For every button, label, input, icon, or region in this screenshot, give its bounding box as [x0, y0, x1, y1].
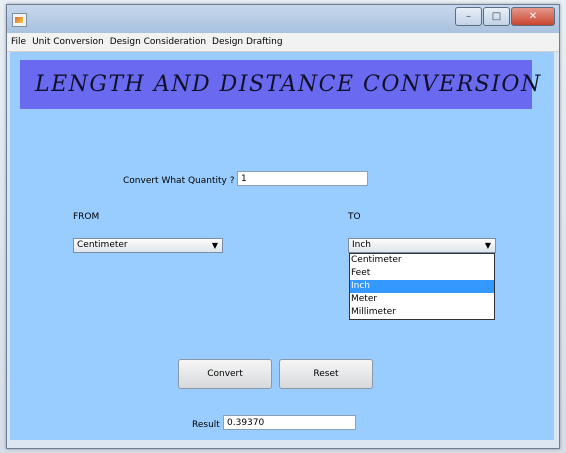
- minimize-button[interactable]: –: [455, 7, 482, 26]
- maximize-icon: □: [491, 11, 502, 22]
- convert-button-label: Convert: [207, 369, 243, 379]
- from-unit-value: Centimeter: [77, 240, 128, 250]
- reset-button[interactable]: Reset: [279, 359, 373, 389]
- java-app-icon: [12, 13, 27, 27]
- quantity-label: Convert What Quantity ?: [123, 176, 235, 186]
- menu-design-consideration[interactable]: Design Consideration: [107, 37, 209, 47]
- chevron-down-icon: ▼: [484, 241, 491, 250]
- dropdown-option-centimeter[interactable]: Centimeter: [350, 254, 494, 267]
- menu-unit-conversion[interactable]: Unit Conversion: [29, 37, 107, 47]
- from-unit-select[interactable]: Centimeter ▼: [73, 238, 223, 253]
- dropdown-option-millimeter[interactable]: Millimeter: [350, 306, 494, 319]
- menu-bar: File Unit Conversion Design Consideratio…: [7, 33, 559, 52]
- reset-button-label: Reset: [313, 369, 339, 379]
- to-label: TO: [348, 212, 361, 222]
- dropdown-option-inch[interactable]: Inch: [350, 280, 494, 293]
- dropdown-option-feet[interactable]: Feet: [350, 267, 494, 280]
- from-label: FROM: [73, 212, 100, 222]
- chevron-down-icon: ▼: [211, 241, 218, 250]
- dropdown-option-meter[interactable]: Meter: [350, 293, 494, 306]
- minimize-icon: –: [466, 11, 471, 22]
- convert-button[interactable]: Convert: [178, 359, 272, 389]
- window-controls: – □ ✕: [454, 7, 555, 26]
- app-window: – □ ✕ File Unit Conversion Design Consid…: [6, 4, 560, 449]
- close-button[interactable]: ✕: [511, 7, 555, 26]
- to-unit-dropdown-list: Centimeter Feet Inch Meter Millimeter: [349, 253, 495, 320]
- to-unit-select[interactable]: Inch ▼: [348, 238, 496, 253]
- to-unit-value: Inch: [352, 240, 372, 250]
- menu-design-drafting[interactable]: Design Drafting: [209, 37, 286, 47]
- quantity-input[interactable]: 1: [237, 171, 368, 186]
- banner-title: LENGTH AND DISTANCE CONVERSION: [35, 72, 542, 97]
- result-label: Result: [192, 420, 220, 430]
- close-icon: ✕: [528, 11, 538, 22]
- menu-file[interactable]: File: [7, 37, 29, 47]
- title-bar: – □ ✕: [7, 5, 559, 33]
- result-output[interactable]: 0.39370: [223, 415, 356, 430]
- maximize-button[interactable]: □: [483, 7, 510, 26]
- title-banner: LENGTH AND DISTANCE CONVERSION: [20, 60, 540, 109]
- main-panel: LENGTH AND DISTANCE CONVERSION Convert W…: [10, 52, 554, 440]
